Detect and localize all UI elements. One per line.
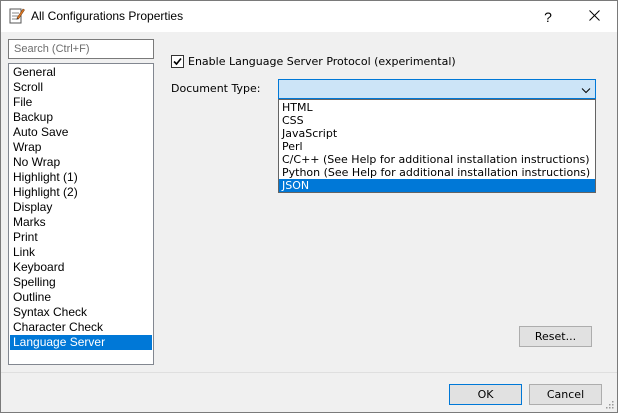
document-type-label: Document Type: xyxy=(171,82,261,95)
option-javascript[interactable]: JavaScript xyxy=(279,127,595,140)
option-json[interactable]: JSON xyxy=(279,179,595,192)
category-item-language-server[interactable]: Language Server xyxy=(10,335,152,350)
chevron-down-icon xyxy=(581,85,591,94)
category-item-outline[interactable]: Outline xyxy=(10,290,152,305)
category-item-spelling[interactable]: Spelling xyxy=(10,275,152,290)
option-python[interactable]: Python (See Help for additional installa… xyxy=(279,166,595,179)
checkmark-icon xyxy=(173,57,182,65)
footer-divider xyxy=(1,372,617,373)
document-type-select[interactable] xyxy=(278,79,596,99)
document-type-options[interactable]: HTML CSS JavaScript Perl C/C++ (See Help… xyxy=(278,99,596,193)
title-bar: All Configurations Properties ? xyxy=(1,1,617,32)
enable-lsp-row[interactable]: Enable Language Server Protocol (experim… xyxy=(171,53,456,69)
category-item-no-wrap[interactable]: No Wrap xyxy=(10,155,152,170)
category-item-print[interactable]: Print xyxy=(10,230,152,245)
properties-dialog: All Configurations Properties ? General … xyxy=(0,0,618,413)
option-html[interactable]: HTML xyxy=(279,101,595,114)
category-item-general[interactable]: General xyxy=(10,65,152,80)
category-panel: General Scroll File Backup Auto Save Wra… xyxy=(8,39,154,365)
enable-lsp-label: Enable Language Server Protocol (experim… xyxy=(188,54,456,68)
option-css[interactable]: CSS xyxy=(279,114,595,127)
reset-button[interactable]: Reset... xyxy=(519,326,592,347)
category-item-link[interactable]: Link xyxy=(10,245,152,260)
ok-button[interactable]: OK xyxy=(449,384,522,405)
category-item-scroll[interactable]: Scroll xyxy=(10,80,152,95)
resize-grip-icon[interactable] xyxy=(604,399,614,409)
help-button[interactable]: ? xyxy=(525,1,571,32)
category-item-backup[interactable]: Backup xyxy=(10,110,152,125)
category-item-file[interactable]: File xyxy=(10,95,152,110)
category-item-keyboard[interactable]: Keyboard xyxy=(10,260,152,275)
category-item-wrap[interactable]: Wrap xyxy=(10,140,152,155)
notepad-pencil-icon xyxy=(9,7,25,24)
category-item-display[interactable]: Display xyxy=(10,200,152,215)
category-item-character-check[interactable]: Character Check xyxy=(10,320,152,335)
close-button[interactable] xyxy=(571,1,617,32)
category-list[interactable]: General Scroll File Backup Auto Save Wra… xyxy=(8,63,154,365)
category-item-auto-save[interactable]: Auto Save xyxy=(10,125,152,140)
option-cpp[interactable]: C/C++ (See Help for additional installat… xyxy=(279,153,595,166)
category-item-highlight-2[interactable]: Highlight (2) xyxy=(10,185,152,200)
close-icon xyxy=(588,9,600,25)
category-item-marks[interactable]: Marks xyxy=(10,215,152,230)
enable-lsp-checkbox[interactable] xyxy=(171,54,184,68)
window-title: All Configurations Properties xyxy=(31,9,184,23)
category-item-syntax-check[interactable]: Syntax Check xyxy=(10,305,152,320)
option-perl[interactable]: Perl xyxy=(279,140,595,153)
category-item-highlight-1[interactable]: Highlight (1) xyxy=(10,170,152,185)
cancel-button[interactable]: Cancel xyxy=(529,384,602,405)
search-input[interactable] xyxy=(8,39,154,59)
